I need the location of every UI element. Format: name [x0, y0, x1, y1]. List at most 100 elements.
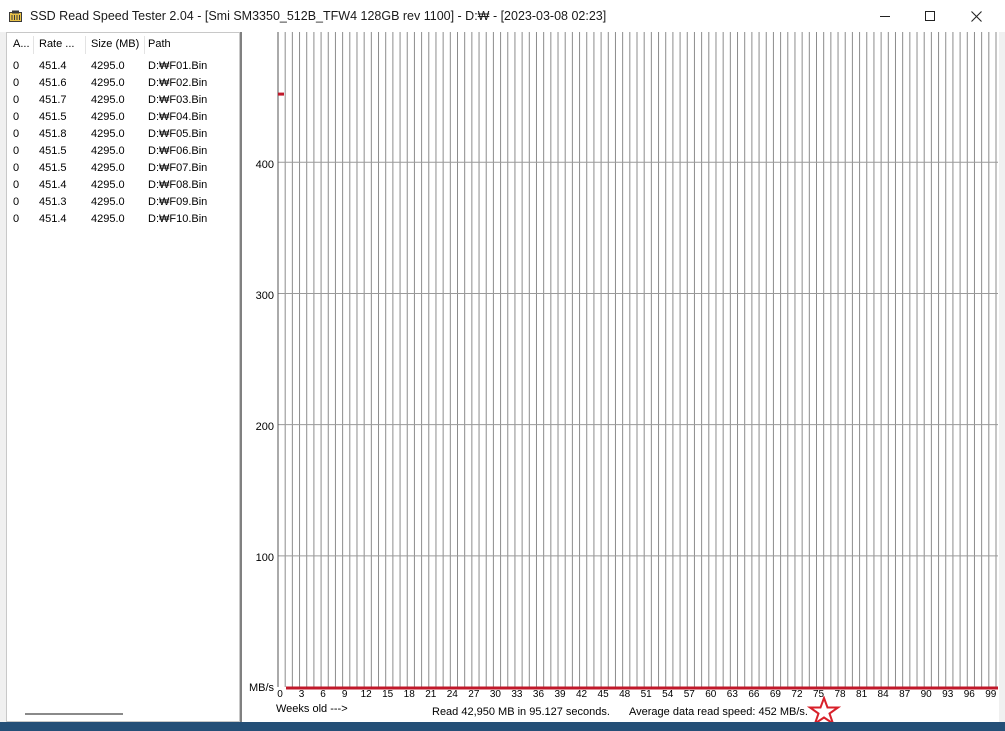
cell-path: D:₩F07.Bin — [148, 162, 208, 174]
x-tick-label: 54 — [662, 689, 674, 700]
cell-path: D:₩F05.Bin — [148, 128, 208, 140]
x-tick-label: 36 — [532, 689, 545, 700]
average-speed: Average data read speed: 452 MB/s. — [629, 706, 808, 718]
column-header-path[interactable]: Path — [148, 38, 208, 50]
cell-rate: 451.7 — [39, 94, 67, 106]
list-row[interactable]: 0 451.4 4295.0 D:₩F10.Bin — [7, 212, 239, 229]
maximize-icon — [925, 11, 935, 21]
cell-age: 0 — [13, 179, 20, 191]
x-tick-label: 48 — [619, 689, 631, 700]
cell-rate: 451.4 — [39, 213, 67, 225]
horizontal-scrollbar[interactable] — [25, 713, 123, 715]
x-tick-label: 6 — [320, 689, 326, 700]
x-tick-label: 15 — [382, 689, 394, 700]
desktop-background — [0, 722, 1005, 731]
x-tick-label: 3 — [298, 689, 305, 700]
list-row[interactable]: 0 451.5 4295.0 D:₩F04.Bin — [7, 110, 239, 127]
x-tick-label: 57 — [683, 689, 695, 700]
speed-graph: 400 300 200 100 MB/s 0 3 6 9 12 15 18 21 24 27 30 3… — [240, 32, 999, 726]
minimize-icon — [880, 16, 890, 17]
app-window: SSD Read Speed Tester 2.04 - [Smi SM3350… — [0, 0, 1005, 731]
cell-age: 0 — [13, 128, 20, 140]
cell-age: 0 — [13, 111, 20, 123]
title-bar[interactable]: SSD Read Speed Tester 2.04 - [Smi SM3350… — [0, 0, 1005, 32]
x-tick-label: 27 — [468, 689, 480, 700]
cell-size: 4295.0 — [91, 94, 125, 106]
cell-age: 0 — [13, 60, 20, 72]
x-tick-label: 39 — [554, 689, 566, 700]
cell-rate: 451.8 — [39, 128, 67, 140]
graph-canvas — [277, 32, 998, 690]
x-tick-label: 51 — [640, 689, 652, 700]
cell-age: 0 — [13, 145, 20, 157]
x-tick-label: 21 — [425, 689, 437, 700]
x-tick-label: 12 — [360, 689, 372, 700]
file-list[interactable]: A... Rate ... Size (MB) Path 0 451.4 429… — [6, 32, 240, 722]
x-tick-label: 66 — [748, 689, 760, 700]
cell-age: 0 — [13, 196, 20, 208]
column-separator[interactable] — [33, 36, 34, 54]
x-tick-label: 69 — [769, 689, 781, 700]
cell-size: 4295.0 — [91, 128, 125, 140]
column-separator[interactable] — [85, 36, 86, 54]
cell-age: 0 — [13, 162, 20, 174]
maximize-button[interactable] — [907, 0, 953, 32]
x-tick-label: 33 — [511, 689, 523, 700]
list-row[interactable]: 0 451.6 4295.0 D:₩F02.Bin — [7, 76, 239, 93]
cell-path: D:₩F08.Bin — [148, 179, 208, 191]
cell-size: 4295.0 — [91, 60, 125, 72]
cell-age: 0 — [13, 77, 20, 89]
x-tick-label: 90 — [920, 689, 932, 700]
y-tick-label: 100 — [255, 552, 274, 564]
list-header: A... Rate ... Size (MB) Path — [7, 33, 239, 58]
list-row[interactable]: 0 451.7 4295.0 D:₩F03.Bin — [7, 93, 239, 110]
cell-size: 4295.0 — [91, 179, 125, 191]
minimize-button[interactable] — [862, 0, 908, 32]
x-tick-label: 99 — [985, 689, 997, 700]
x-tick-label: 87 — [899, 689, 911, 700]
x-tick-label: 18 — [403, 689, 415, 700]
cell-size: 4295.0 — [91, 213, 125, 225]
column-separator[interactable] — [144, 36, 145, 54]
list-row[interactable]: 0 451.5 4295.0 D:₩F06.Bin — [7, 144, 239, 161]
cell-rate: 451.5 — [39, 145, 67, 157]
cell-size: 4295.0 — [91, 162, 125, 174]
list-row[interactable]: 0 451.8 4295.0 D:₩F05.Bin — [7, 127, 239, 144]
cell-path: D:₩F04.Bin — [148, 111, 208, 123]
x-tick-label: 63 — [726, 689, 738, 700]
x-tick-label: 0 — [277, 689, 283, 700]
cell-rate: 451.5 — [39, 111, 67, 123]
x-tick-label: 30 — [489, 689, 501, 700]
x-tick-label: 84 — [877, 689, 889, 700]
cell-rate: 451.5 — [39, 162, 67, 174]
list-row[interactable]: 0 451.5 4295.0 D:₩F07.Bin — [7, 161, 239, 178]
cell-size: 4295.0 — [91, 145, 125, 157]
y-tick-label: 400 — [255, 159, 274, 171]
cell-path: D:₩F03.Bin — [148, 94, 208, 106]
cell-rate: 451.4 — [39, 179, 67, 191]
list-row[interactable]: 0 451.3 4295.0 D:₩F09.Bin — [7, 195, 239, 212]
close-button[interactable] — [953, 0, 999, 32]
cell-path: D:₩F09.Bin — [148, 196, 208, 208]
window-title: SSD Read Speed Tester 2.04 - [Smi SM3350… — [30, 9, 607, 23]
cell-rate: 451.4 — [39, 60, 67, 72]
x-tick-label: 45 — [597, 689, 609, 700]
cell-rate: 451.3 — [39, 196, 67, 208]
x-axis-label: Weeks old ---> — [276, 703, 348, 715]
column-header-rate[interactable]: Rate ... — [39, 38, 83, 50]
list-row[interactable]: 0 451.4 4295.0 D:₩F08.Bin — [7, 178, 239, 195]
cell-path: D:₩F10.Bin — [148, 213, 208, 225]
list-row[interactable]: 0 451.4 4295.0 D:₩F01.Bin — [7, 59, 239, 76]
column-header-size[interactable]: Size (MB) — [91, 38, 143, 50]
x-tick-label: 24 — [446, 689, 458, 700]
x-tick-label: 9 — [341, 689, 348, 700]
x-tick-label: 60 — [705, 689, 717, 700]
x-tick-label: 96 — [963, 689, 975, 700]
read-summary: Read 42,950 MB in 95.127 seconds. — [432, 706, 610, 718]
y-tick-label: 300 — [255, 290, 274, 302]
cell-size: 4295.0 — [91, 196, 125, 208]
cell-age: 0 — [13, 213, 20, 225]
column-header-age[interactable]: A... — [13, 38, 31, 50]
close-icon — [970, 10, 982, 22]
x-tick-label: 93 — [942, 689, 954, 700]
